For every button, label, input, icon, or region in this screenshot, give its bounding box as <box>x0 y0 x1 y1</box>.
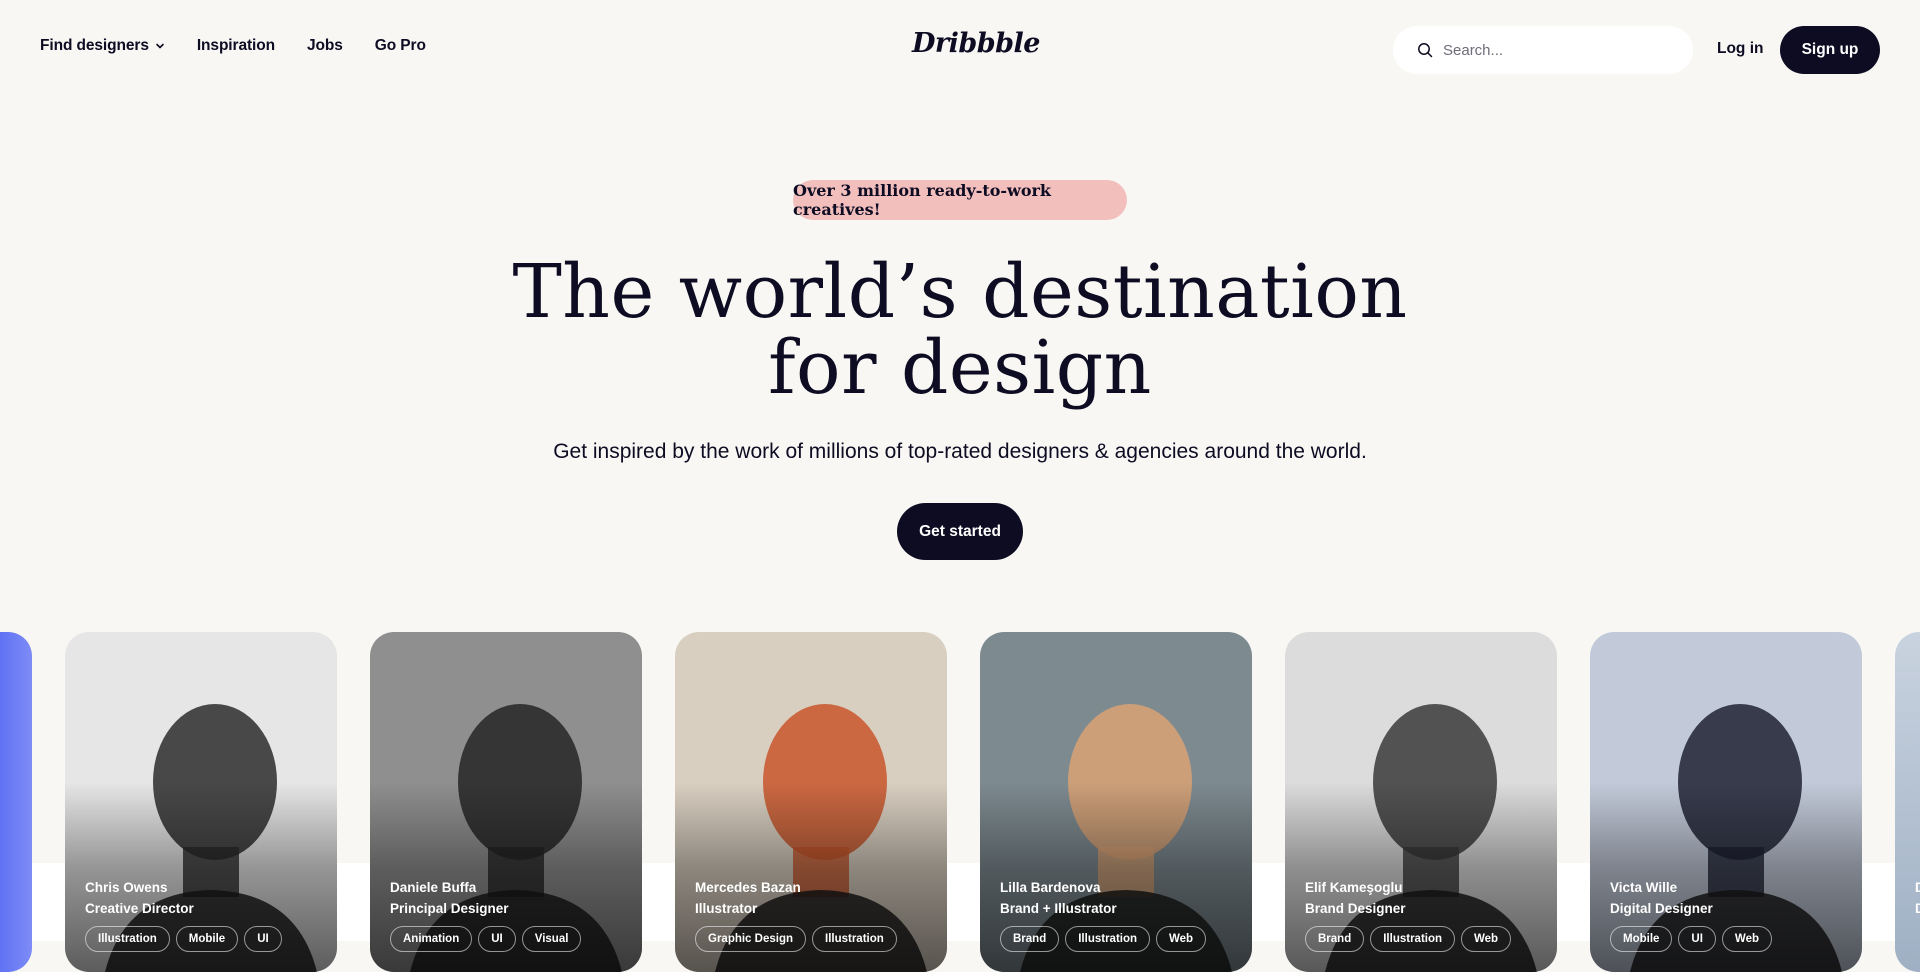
designer-card[interactable]: Mercedes Bazan Illustrator Graphic Design I… <box>675 632 947 972</box>
headline-line-2: for design <box>768 325 1152 411</box>
nav-jobs[interactable]: Jobs <box>307 37 343 55</box>
skill-tag[interactable]: UI <box>1678 926 1716 952</box>
designer-role: Brand Designer <box>1305 901 1406 916</box>
nav-inspiration[interactable]: Inspiration <box>197 37 275 55</box>
designer-card[interactable]: Elif Kameşoglu Brand Designer Brand Illustr… <box>1285 632 1557 972</box>
skill-tag[interactable]: Web <box>1461 926 1512 952</box>
nav-go-pro-label: Go Pro <box>374 37 426 54</box>
designer-name: Mercedes Bazan <box>695 880 801 895</box>
designer-card[interactable]: Chris Owens Creative Director Illustration… <box>65 632 337 972</box>
skill-tag[interactable]: Illustration <box>1065 926 1151 952</box>
headline-line-1: The world’s destination <box>512 249 1408 335</box>
designer-card[interactable]: Daniele Buffa Principal Designer Animation… <box>370 632 642 972</box>
skill-tag[interactable]: Illustration <box>1370 926 1456 952</box>
skill-tag[interactable]: UI <box>478 926 516 952</box>
nav-inspiration-label: Inspiration <box>196 37 275 54</box>
designer-role: Brand + Illustrator <box>1000 901 1117 916</box>
skill-tag[interactable]: Illustration <box>812 926 897 952</box>
designer-tags: Mobile UI Web <box>1610 926 1772 952</box>
skill-tag[interactable]: Visual <box>521 926 582 952</box>
designer-tags: Illustration Mobile UI <box>85 926 282 952</box>
designer-tags: Brand Illustration Web <box>1000 926 1207 952</box>
designer-name: D <box>1915 880 1920 895</box>
designer-role: Principal Designer <box>390 901 509 916</box>
designer-name: Daniele Buffa <box>390 880 477 895</box>
skill-tag[interactable]: Web <box>1721 926 1772 952</box>
skill-tag[interactable]: UI <box>244 926 282 952</box>
designer-role: Creative Director <box>85 901 194 916</box>
login-link[interactable]: Log in <box>1717 40 1764 58</box>
search-icon <box>1418 43 1433 58</box>
nav-jobs-label: Jobs <box>306 37 343 54</box>
designer-card[interactable]: Lilla Bardenova Brand + Illustrator Brand I… <box>980 632 1252 972</box>
search-input[interactable] <box>1443 41 1673 59</box>
get-started-button[interactable]: Get started <box>897 503 1023 560</box>
search-box[interactable] <box>1393 26 1693 74</box>
page-title: The world’s destination for design <box>0 254 1920 406</box>
designer-card-partial-left[interactable] <box>0 632 32 972</box>
designer-role: Illustrator <box>695 901 758 916</box>
designer-name: Chris Owens <box>85 880 168 895</box>
hero-subheadline: Get inspired by the work of millions of … <box>553 440 1367 463</box>
nav-find-designers-label: Find designers <box>40 37 149 54</box>
designer-tags: Animation UI Visual <box>390 926 582 952</box>
designer-role: D <box>1915 901 1920 916</box>
primary-nav: Find designers Inspiration Jobs Go Pro <box>40 37 426 55</box>
skill-tag[interactable]: Web <box>1156 926 1207 952</box>
skill-tag[interactable]: Brand <box>1000 926 1060 952</box>
top-nav: Find designers Inspiration Jobs Go Pro D… <box>0 0 1920 100</box>
designer-name: Elif Kameşoglu <box>1305 880 1403 895</box>
nav-go-pro[interactable]: Go Pro <box>375 37 426 55</box>
creatives-badge: Over 3 million ready-to-work creatives! <box>793 180 1127 220</box>
designer-role: Digital Designer <box>1610 901 1713 916</box>
skill-tag[interactable]: Animation <box>390 926 473 952</box>
designer-tags: Brand Illustration Web <box>1305 926 1512 952</box>
designer-tags: Graphic Design Illustration <box>695 926 897 952</box>
designer-name: Victa Wille <box>1610 880 1678 895</box>
signup-button[interactable]: Sign up <box>1780 26 1880 74</box>
dribbble-logo[interactable]: Dribbble <box>912 28 1040 59</box>
designer-name: Lilla Bardenova <box>1000 880 1101 895</box>
skill-tag[interactable]: Illustration <box>85 926 170 952</box>
skill-tag[interactable]: Mobile <box>1610 926 1673 952</box>
skill-tag[interactable]: Mobile <box>175 926 239 952</box>
designer-card-partial-right[interactable]: D D <box>1895 632 1920 972</box>
skill-tag[interactable]: Graphic Design <box>695 926 806 952</box>
chevron-down-icon <box>156 43 164 49</box>
designer-card[interactable]: Victa Wille Digital Designer Mobile UI Web <box>1590 632 1862 972</box>
skill-tag[interactable]: Brand <box>1305 926 1365 952</box>
nav-find-designers[interactable]: Find designers <box>40 37 165 55</box>
